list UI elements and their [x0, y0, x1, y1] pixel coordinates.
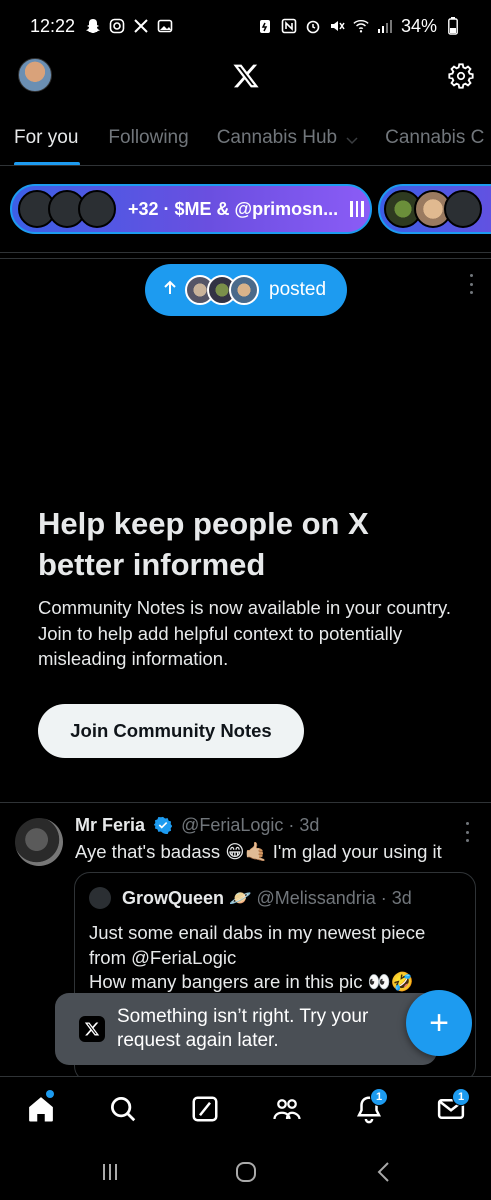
- status-time: 12:22: [30, 15, 76, 36]
- divider: [0, 258, 491, 259]
- battery-saver-icon: [257, 18, 273, 34]
- tab-cannabis-hub[interactable]: Cannabis Hub: [203, 110, 373, 165]
- tweet-more-icon[interactable]: [463, 822, 471, 842]
- quote-header: GrowQueen 🪐 @Melissandria · 3d: [89, 887, 412, 909]
- instagram-icon: [109, 18, 125, 34]
- toast-message: Something isn’t right. Try your request …: [117, 1006, 369, 1051]
- tweet-author-name[interactable]: Mr Feria: [75, 815, 145, 835]
- divider: [0, 802, 491, 803]
- home-unread-dot: [46, 1090, 54, 1098]
- messages-badge: 1: [452, 1088, 470, 1106]
- arrow-up-icon: [163, 280, 177, 301]
- alarm-icon: [305, 18, 321, 34]
- wifi-icon: [353, 18, 369, 34]
- community-notes-title: Help keep people on X better informed: [38, 506, 369, 582]
- bottom-nav: 1 1: [0, 1076, 491, 1142]
- quote-text: Just some enail dabs in my newest piece …: [89, 922, 426, 992]
- recents-icon[interactable]: [98, 1160, 122, 1184]
- battery-icon: [445, 17, 461, 35]
- more-options-icon[interactable]: [467, 274, 475, 294]
- profile-avatar[interactable]: [18, 58, 52, 92]
- grok-icon[interactable]: [190, 1094, 220, 1124]
- tweet-time: · 3d: [288, 815, 320, 835]
- messages-envelope-icon[interactable]: 1: [436, 1088, 470, 1124]
- quote-author-avatar: [89, 887, 111, 909]
- back-icon[interactable]: [372, 1160, 396, 1184]
- mute-icon: [329, 18, 345, 34]
- top-header: [0, 52, 491, 107]
- system-nav-bar: [0, 1142, 491, 1200]
- notifications-bell-icon[interactable]: 1: [354, 1088, 388, 1124]
- settings-gear-icon[interactable]: [447, 62, 475, 90]
- gallery-icon: [157, 18, 173, 34]
- space-avatar: [78, 190, 116, 228]
- x-logo-icon[interactable]: [232, 62, 260, 90]
- tab-for-you[interactable]: For you: [0, 110, 92, 165]
- join-community-notes-button[interactable]: Join Community Notes: [38, 704, 304, 758]
- status-bar: 12:22 34%: [0, 0, 491, 52]
- tweet-author-handle[interactable]: @FeriaLogic: [181, 815, 283, 835]
- nfc-icon: [281, 18, 297, 34]
- community-notes-body: Community Notes is now available in your…: [38, 597, 451, 669]
- error-toast: Something isn’t right. Try your request …: [55, 993, 437, 1065]
- space-title: +32 · $ME & @primosn...: [128, 198, 339, 219]
- chevron-down-icon: [345, 131, 359, 145]
- x-logo-icon: [79, 1016, 105, 1042]
- quote-author-name: GrowQueen 🪐: [122, 888, 252, 908]
- poster-avatar: [229, 275, 259, 305]
- tab-following[interactable]: Following: [92, 110, 202, 165]
- tweet-header: Mr Feria @FeriaLogic · 3d: [75, 815, 319, 836]
- new-posts-pill[interactable]: posted: [145, 264, 347, 316]
- search-icon[interactable]: [108, 1094, 138, 1124]
- compose-post-button[interactable]: +: [406, 990, 472, 1056]
- quote-time: · 3d: [380, 888, 412, 908]
- home-circle-icon[interactable]: [234, 1160, 258, 1184]
- divider: [0, 252, 491, 253]
- space-pill-2[interactable]: [378, 184, 491, 234]
- posted-label: posted: [269, 279, 327, 300]
- quote-author-handle: @Melissandria: [256, 888, 376, 908]
- communities-icon[interactable]: [272, 1094, 302, 1124]
- battery-percent: 34%: [400, 15, 437, 36]
- tweet-author-avatar[interactable]: [15, 818, 63, 866]
- plus-icon: +: [429, 1003, 449, 1042]
- verified-badge-icon: [153, 816, 173, 835]
- signal-icon: [377, 18, 393, 34]
- audio-bars-icon: [350, 201, 365, 217]
- notifications-badge: 1: [370, 1088, 388, 1106]
- space-pill[interactable]: +32 · $ME & @primosn...: [10, 184, 372, 234]
- home-icon[interactable]: [26, 1090, 56, 1124]
- snapchat-icon: [85, 18, 101, 34]
- spaces-bar: +32 · $ME & @primosn...: [0, 184, 491, 238]
- tweet-text: Aye that's badass 😁🤙🏼 I'm glad your usin…: [75, 841, 442, 862]
- x-app-icon: [133, 18, 149, 34]
- space-avatar: [444, 190, 482, 228]
- tab-cannabis-c[interactable]: Cannabis C: [373, 110, 491, 165]
- timeline-tabs: For you Following Cannabis Hub Cannabis …: [0, 110, 491, 166]
